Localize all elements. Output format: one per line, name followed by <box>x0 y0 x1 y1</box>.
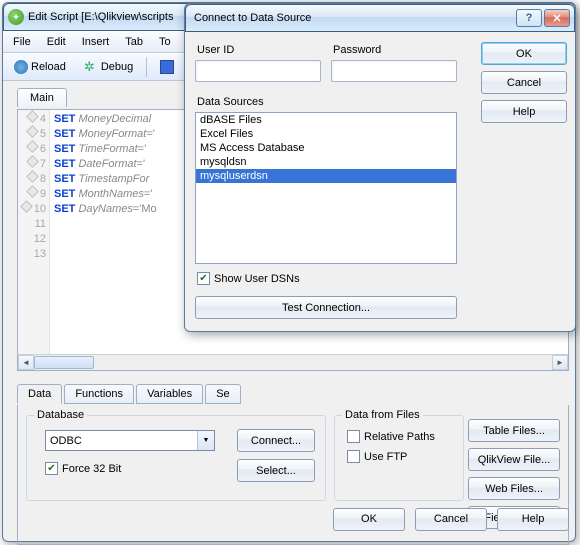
checkbox-icon: ✔ <box>197 272 210 285</box>
password-input[interactable] <box>331 60 457 82</box>
close-icon: ✕ <box>552 12 561 25</box>
close-window-button[interactable]: ✕ <box>544 9 570 27</box>
scroll-right-icon[interactable]: ► <box>552 355 568 370</box>
userid-label: User ID <box>197 44 234 56</box>
files-legend: Data from Files <box>342 409 423 421</box>
dialog-ok-button[interactable]: OK <box>481 42 567 65</box>
line-gutter: 4 5 6 7 8 9 10 11 12 13 <box>18 110 50 370</box>
help-window-button[interactable]: ? <box>516 9 542 27</box>
chevron-down-icon[interactable]: ▼ <box>197 431 214 450</box>
menu-tab[interactable]: Tab <box>117 34 151 50</box>
checkbox-icon <box>347 450 360 463</box>
show-user-dsns-checkbox[interactable]: ✔ Show User DSNs <box>197 272 300 285</box>
list-item[interactable]: Excel Files <box>196 127 456 141</box>
relative-paths-label: Relative Paths <box>364 431 435 443</box>
database-type-combo[interactable]: ODBC ▼ <box>45 430 215 451</box>
reload-label: Reload <box>31 61 66 73</box>
tab-settings[interactable]: Se <box>205 384 240 404</box>
main-cancel-button[interactable]: Cancel <box>415 508 487 531</box>
dialog-titlebar[interactable]: Connect to Data Source ? ✕ <box>185 4 575 32</box>
show-user-dsns-label: Show User DSNs <box>214 273 300 285</box>
connect-datasource-dialog: Connect to Data Source ? ✕ User ID Passw… <box>184 3 576 332</box>
list-item[interactable]: MS Access Database <box>196 141 456 155</box>
tab-data[interactable]: Data <box>17 384 62 404</box>
database-fieldset: Database ODBC ▼ ✔ Force 32 Bit Connect..… <box>26 415 326 501</box>
debug-label: Debug <box>101 61 133 73</box>
menu-file[interactable]: File <box>5 34 39 50</box>
force-32bit-label: Force 32 Bit <box>62 463 121 475</box>
table-files-button[interactable]: Table Files... <box>468 419 560 442</box>
scroll-left-icon[interactable]: ◄ <box>18 355 34 370</box>
list-item[interactable]: mysqluserdsn <box>196 169 456 183</box>
lower-tabstrip: Data Functions Variables Se <box>17 384 569 404</box>
files-fieldset: Data from Files Relative Paths Use FTP <box>334 415 464 501</box>
debug-button[interactable]: ✲ Debug <box>77 57 140 77</box>
use-ftp-checkbox[interactable]: Use FTP <box>347 450 407 463</box>
select-button[interactable]: Select... <box>237 459 315 482</box>
menu-tools[interactable]: To <box>151 34 179 50</box>
checkbox-icon: ✔ <box>45 462 58 475</box>
reload-button[interactable]: Reload <box>7 57 73 77</box>
qlikview-file-button[interactable]: QlikView File... <box>468 448 560 471</box>
dialog-button-column: OK Cancel Help <box>481 42 567 123</box>
tab-main[interactable]: Main <box>17 88 67 107</box>
list-item[interactable]: dBASE Files <box>196 113 456 127</box>
save-button[interactable] <box>153 57 181 77</box>
list-item[interactable]: mysqldsn <box>196 155 456 169</box>
use-ftp-label: Use FTP <box>364 451 407 463</box>
password-label: Password <box>333 44 381 56</box>
horizontal-scrollbar[interactable]: ◄ ► <box>18 354 568 370</box>
main-ok-button[interactable]: OK <box>333 508 405 531</box>
checkbox-icon <box>347 430 360 443</box>
dialog-body: User ID Password Data Sources dBASE File… <box>193 38 567 323</box>
save-icon <box>160 60 174 74</box>
dialog-title: Connect to Data Source <box>190 12 514 24</box>
app-icon: ✦ <box>8 9 24 25</box>
script-tabstrip: Main <box>17 88 67 107</box>
connect-button[interactable]: Connect... <box>237 429 315 452</box>
debug-icon: ✲ <box>84 60 98 74</box>
database-legend: Database <box>34 409 87 421</box>
web-files-button[interactable]: Web Files... <box>468 477 560 500</box>
combo-value: ODBC <box>50 435 82 447</box>
tab-variables[interactable]: Variables <box>136 384 203 404</box>
tab-functions[interactable]: Functions <box>64 384 134 404</box>
menu-edit[interactable]: Edit <box>39 34 74 50</box>
dialog-cancel-button[interactable]: Cancel <box>481 71 567 94</box>
datasources-listbox[interactable]: dBASE Files Excel Files MS Access Databa… <box>195 112 457 264</box>
reload-icon <box>14 60 28 74</box>
scroll-thumb[interactable] <box>34 356 94 369</box>
main-button-bar: OK Cancel Help <box>3 505 569 533</box>
toolbar-separator <box>146 57 147 77</box>
question-icon: ? <box>526 12 533 24</box>
code-area[interactable]: SET MoneyDecimal SET MoneyFormat=' SET T… <box>54 112 157 217</box>
test-connection-button[interactable]: Test Connection... <box>195 296 457 319</box>
relative-paths-checkbox[interactable]: Relative Paths <box>347 430 435 443</box>
force-32bit-checkbox[interactable]: ✔ Force 32 Bit <box>45 462 121 475</box>
main-help-button[interactable]: Help <box>497 508 569 531</box>
userid-input[interactable] <box>195 60 321 82</box>
dialog-help-button[interactable]: Help <box>481 100 567 123</box>
menu-insert[interactable]: Insert <box>74 34 118 50</box>
datasources-label: Data Sources <box>197 96 264 108</box>
